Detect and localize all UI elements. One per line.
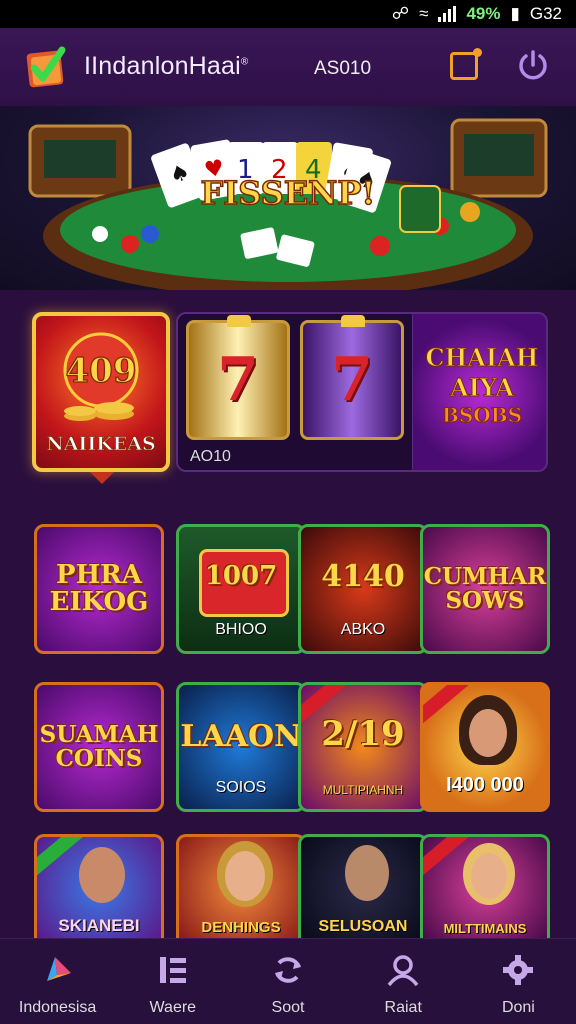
game-tile[interactable]: MILTTIMAINS bbox=[420, 834, 550, 938]
battery-icon: ▮ bbox=[510, 4, 520, 23]
promo-line-2: AIYA bbox=[449, 373, 514, 402]
power-icon[interactable] bbox=[516, 48, 550, 82]
signal-icon bbox=[438, 6, 457, 22]
notification-icon[interactable] bbox=[450, 48, 482, 80]
game-tile[interactable]: CUMHAR SOWS bbox=[420, 524, 550, 654]
promo-line-3: BSOBS bbox=[442, 403, 522, 427]
corner-ribbon bbox=[37, 837, 86, 880]
balance-display[interactable]: AS010 bbox=[314, 58, 371, 80]
character-face bbox=[469, 709, 507, 757]
status-bar: ☍ ≈ 49% ▮ G32 bbox=[0, 0, 576, 28]
featured-pointer bbox=[90, 472, 114, 484]
bottom-navigation: Indonesisa Waere Soot Raiat Doni bbox=[0, 938, 576, 1024]
character-face bbox=[225, 851, 265, 901]
character-face bbox=[471, 853, 507, 899]
nav-label: Raiat bbox=[384, 999, 422, 1016]
gear-icon bbox=[503, 955, 534, 985]
do-not-disturb-icon: ☍ bbox=[391, 4, 410, 23]
game-tile[interactable]: SELUSOAN bbox=[298, 834, 428, 938]
play-arrow-icon bbox=[46, 957, 71, 981]
game-tile[interactable]: PHRA EIKOG bbox=[34, 524, 164, 654]
character-portrait bbox=[79, 847, 125, 903]
promo-line-1: CHAIAH bbox=[426, 343, 539, 372]
nav-label: Soot bbox=[271, 999, 305, 1016]
coin-stack-icon: 409 NAIIKEAS bbox=[46, 332, 156, 455]
nav-label: Doni bbox=[501, 999, 535, 1016]
clock: G32 bbox=[529, 4, 562, 23]
game-tile[interactable]: 1007 BHIOO bbox=[176, 524, 306, 654]
refresh-icon bbox=[275, 957, 301, 983]
featured-game-tile[interactable]: 409 NAIIKEAS bbox=[32, 312, 170, 472]
slot-machine-panel[interactable]: 7 7 AO10 CHAIAH AIYA BSOBS bbox=[176, 312, 548, 472]
nav-item-soot[interactable]: Soot bbox=[230, 939, 345, 1024]
nav-item-raiat[interactable]: Raiat bbox=[346, 939, 461, 1024]
reel-symbol: 7 bbox=[331, 345, 373, 415]
nav-item-indonesisa[interactable]: Indonesisa bbox=[0, 939, 115, 1024]
banner-headline: FISSENP! bbox=[201, 174, 376, 212]
character-portrait bbox=[345, 845, 389, 901]
crown-icon bbox=[341, 315, 365, 327]
reel-symbol: 7 bbox=[217, 345, 259, 415]
slots-promo[interactable]: CHAIAH AIYA BSOBS bbox=[412, 314, 546, 470]
user-icon bbox=[387, 955, 419, 987]
game-tile[interactable]: 2/19 MULTIPIAHNH bbox=[298, 682, 428, 812]
game-tile[interactable]: DENHINGS bbox=[176, 834, 306, 938]
game-tile[interactable]: SUAMAH COINS bbox=[34, 682, 164, 812]
battery-level: 49% bbox=[466, 4, 501, 23]
promo-banner[interactable]: ♠ ♥ 1 2 4 ♠ ♠ FISSENP! bbox=[0, 106, 576, 290]
nav-label: Waere bbox=[149, 999, 197, 1016]
menu-list-icon bbox=[159, 957, 186, 983]
app-header: IIndanlonHaai® AS010 bbox=[0, 28, 576, 106]
nav-item-doni[interactable]: Doni bbox=[461, 939, 576, 1024]
slot-reel-gold: 7 bbox=[186, 315, 290, 440]
featured-label: NAIIKEAS bbox=[46, 433, 155, 455]
nav-label: Indonesisa bbox=[18, 999, 97, 1016]
featured-number: 409 bbox=[66, 351, 137, 391]
nav-item-waere[interactable]: Waere bbox=[115, 939, 230, 1024]
game-tile[interactable]: 4140 ABKO bbox=[298, 524, 428, 654]
game-tile[interactable]: I400 000 bbox=[420, 682, 550, 812]
app-title: IIndanlonHaai® bbox=[84, 52, 249, 80]
wifi-icon: ≈ bbox=[419, 4, 429, 23]
slot-reel-purple: 7 bbox=[300, 315, 404, 440]
game-tile[interactable]: SKIANEBI bbox=[34, 834, 164, 938]
app-logo-icon[interactable] bbox=[22, 44, 70, 92]
poker-table-illustration: ♠ ♥ 1 2 4 ♠ ♠ FISSENP! bbox=[28, 118, 548, 290]
slots-caption: AO10 bbox=[190, 448, 231, 465]
game-tile[interactable]: LAAON SOIOS bbox=[176, 682, 306, 812]
crown-icon bbox=[227, 315, 251, 327]
